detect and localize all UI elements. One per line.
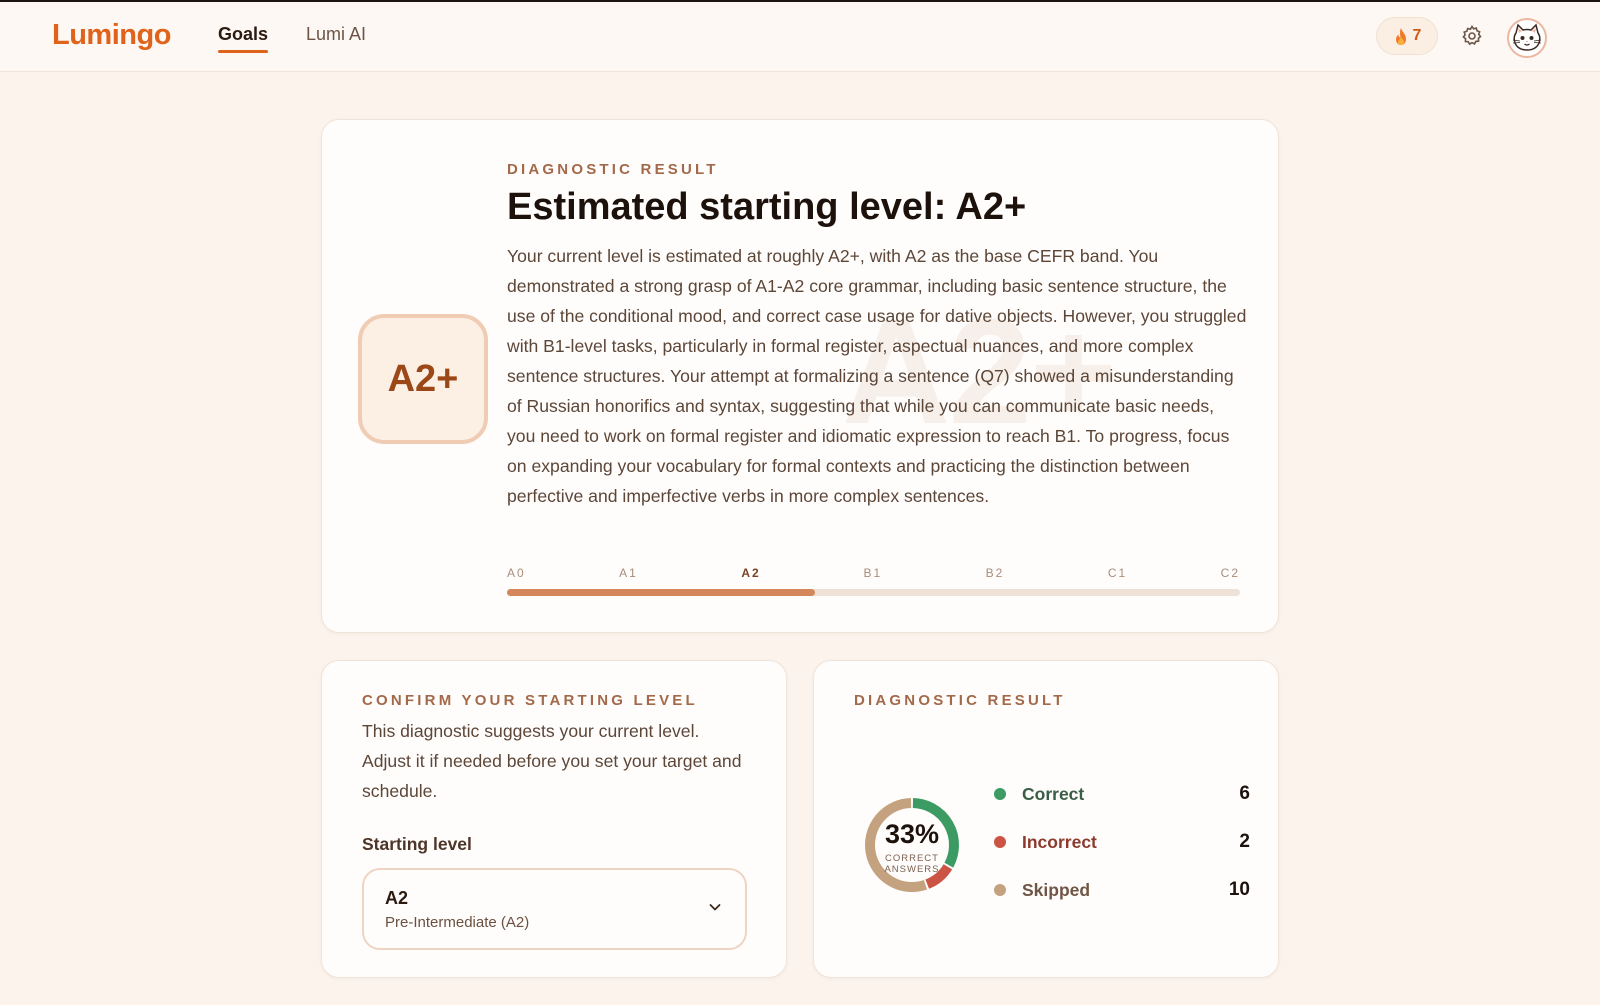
incorrect-count: 2	[1239, 831, 1250, 852]
logo[interactable]: Lumingo	[52, 19, 171, 52]
tab-lumi-ai[interactable]: Lumi AI	[306, 24, 366, 45]
correct-label: Correct	[1022, 784, 1085, 804]
page-title: Estimated starting level: A2+	[507, 186, 1027, 228]
progress-fill	[507, 589, 815, 596]
scale-label-b1: B1	[863, 566, 883, 580]
scale-label-c1: C1	[1107, 566, 1128, 580]
cefr-level-scale: A0 A1 A2 B1 B2 C1 C2	[507, 566, 1240, 596]
confirm-description: This diagnostic suggests your current le…	[362, 721, 742, 801]
scale-label-b2: B2	[985, 566, 1005, 580]
avatar[interactable]	[1507, 18, 1547, 58]
select-subtitle: Pre-Intermediate (A2)	[385, 914, 530, 931]
diagnostic-summary-card: A2+ A2+ DIAGNOSTIC RESULT Estimated star…	[321, 119, 1279, 633]
section-eyebrow: DIAGNOSTIC RESULT	[507, 161, 719, 178]
progress-track	[507, 589, 1240, 596]
skipped-dot	[994, 884, 1006, 896]
cat-avatar-icon	[1512, 23, 1542, 51]
starting-level-label: Starting level	[362, 834, 472, 854]
gear-icon[interactable]	[1460, 24, 1484, 48]
level-badge: A2+	[358, 314, 488, 444]
correct-count: 6	[1239, 783, 1250, 804]
scale-label-a2: A2	[741, 566, 761, 580]
scale-label-c2: C2	[1220, 566, 1240, 580]
skipped-count: 10	[1228, 879, 1250, 900]
correct-percentage: 33%	[884, 819, 940, 849]
section-eyebrow: CONFIRM YOUR STARTING LEVEL	[362, 692, 698, 709]
scale-label-a0: A0	[507, 566, 526, 580]
app-header: Lumingo Goals Lumi AI 7	[0, 2, 1600, 72]
incorrect-label: Incorrect	[1022, 832, 1097, 852]
correct-dot	[994, 788, 1006, 800]
confirm-level-card: CONFIRM YOUR STARTING LEVEL This diagnos…	[321, 660, 787, 978]
section-eyebrow: DIAGNOSTIC RESULT	[854, 692, 1066, 709]
streak-count: 7	[1412, 27, 1422, 44]
correct-percentage-caption: CORRECT ANSWERS	[884, 853, 940, 875]
flame-icon	[1395, 27, 1406, 45]
chevron-down-icon	[709, 904, 721, 911]
legend-correct: Correct 6	[994, 783, 1250, 805]
scale-label-a1: A1	[619, 566, 638, 580]
tab-goals[interactable]: Goals	[218, 24, 269, 53]
starting-level-select[interactable]: A2 Pre-Intermediate (A2)	[362, 868, 747, 950]
legend-skipped: Skipped 10	[994, 879, 1250, 901]
diagnostic-description: Your current level is estimated at rough…	[507, 246, 1247, 506]
skipped-label: Skipped	[1022, 880, 1091, 900]
legend-incorrect: Incorrect 2	[994, 831, 1250, 853]
diagnostic-result-card: DIAGNOSTIC RESULT 33% CORRECT ANSWERS Co…	[813, 660, 1279, 978]
select-value: A2	[385, 888, 409, 908]
scale-labels: A0 A1 A2 B1 B2 C1 C2	[507, 566, 1240, 584]
incorrect-dot	[994, 836, 1006, 848]
streak-badge[interactable]: 7	[1376, 17, 1438, 55]
